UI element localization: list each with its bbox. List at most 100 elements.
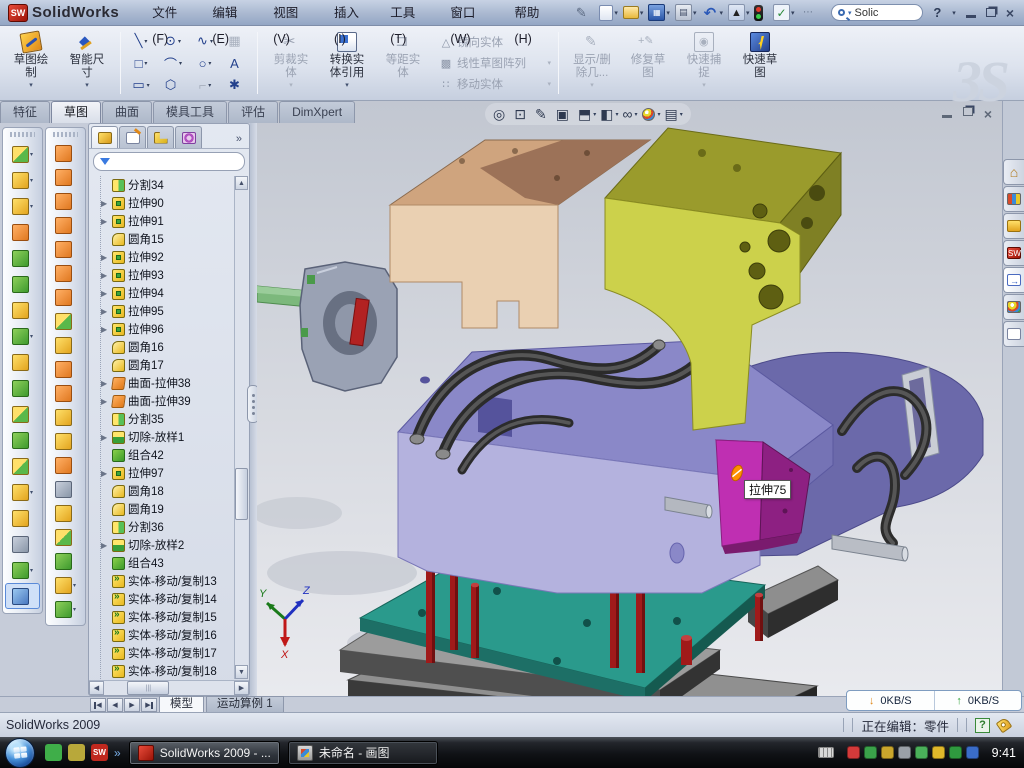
view-orientation-icon[interactable]: ⬒ ▾ [578,106,596,123]
repair-sketch-button[interactable]: 修复草 图 ▾ [620,29,676,97]
configuration-manager-tab[interactable] [147,126,174,148]
cylinder-icon[interactable]: ▾ [46,549,85,573]
dropdown-arrow-icon[interactable]: ▾ [693,9,697,17]
dropdown-arrow-icon[interactable]: ▾ [657,111,660,118]
dropdown-arrow-icon[interactable]: ▾ [85,81,89,89]
boundary-surface-icon[interactable]: ▾ [46,165,85,189]
bodies-icon[interactable]: ▾ [3,375,42,401]
property-manager-tab[interactable] [119,126,146,148]
design-library-tab[interactable] [1003,186,1024,212]
pin-icon[interactable]: ✎ ▾ [571,2,597,24]
quick-launch-chevron[interactable]: » [114,746,121,760]
rotated-plane-icon[interactable]: ▾ [46,261,85,285]
dropdown-arrow-icon[interactable]: ▾ [178,38,181,45]
dropdown-arrow-icon[interactable]: ▾ [30,203,33,210]
sketch-fillet-tool[interactable]: ⌐ ▾ [189,74,221,96]
tree-horizontal-scrollbar[interactable]: ◀ ▶ [89,680,249,695]
dropdown-arrow-icon[interactable]: ▾ [147,82,150,89]
misc-tool-icon[interactable]: ⋯ ▾ [798,2,824,24]
first-tab-button[interactable]: ◀ [90,698,106,712]
menu-item[interactable]: 窗口(W) [439,0,503,26]
previous-tab-button[interactable]: ◀ [107,698,123,712]
ribbon-tab[interactable]: 特征 [0,101,50,123]
dropdown-arrow-icon[interactable]: ▾ [73,606,76,613]
traffic-light-icon[interactable]: ▾ [752,2,770,24]
convert-entities-button[interactable]: 转换实 体引用 ▾ [319,29,375,97]
expand-arrow-icon[interactable]: ▶ [101,289,109,298]
quick-tips-icon[interactable]: ? [975,718,990,733]
dropdown-arrow-icon[interactable]: ▾ [547,59,551,67]
taskbar-window-button[interactable]: SolidWorks 2009 - ... [129,741,280,765]
boss-cube-icon[interactable]: ▾ [3,245,42,271]
expand-arrow-icon[interactable]: ▶ [101,433,109,442]
combine-bodies-icon[interactable]: ▾ [3,427,42,453]
dropdown-arrow-icon[interactable]: ▾ [702,81,706,89]
design-checker-icon[interactable]: ✓ ▾ [771,2,797,24]
solidworks-resources-tab[interactable]: SW [1003,240,1024,266]
expand-arrow-icon[interactable]: ▶ [101,199,109,208]
swept-surface-icon[interactable]: ▾ [46,141,85,165]
tree-item[interactable]: ▶ 圆角17 [101,356,233,374]
dropdown-arrow-icon[interactable]: ▾ [634,111,637,118]
tree-item[interactable]: ▶ 拉伸90 [101,194,233,212]
panel-overflow-chevron[interactable]: » [236,133,247,148]
zoom-area-icon[interactable]: ⊡ ▾ [514,106,531,123]
ribbon-tab[interactable]: 草图 [51,101,101,123]
search-input[interactable]: Solic [855,7,879,19]
tree-item[interactable]: ▶ 分割35 [101,410,233,428]
dropdown-arrow-icon[interactable]: ▾ [791,9,795,17]
split-body-icon[interactable]: ▾ [3,401,42,427]
tree-item[interactable]: ▶ 圆角15 [101,230,233,248]
tree-item[interactable]: ▶ 实体-移动/复制18 [101,662,233,679]
restore-button[interactable] [986,8,996,17]
rib-icon[interactable]: ▾ [3,349,42,375]
help-button[interactable]: ? [933,5,941,20]
dropdown-arrow-icon[interactable]: ▾ [30,489,33,496]
open-file-icon[interactable]: ▾ [621,2,646,24]
close-button[interactable]: × [1006,6,1014,20]
point-tool[interactable]: ✱ ▾ [221,74,253,96]
hole-wizard-icon[interactable]: ▾ [3,297,42,323]
shield-green-icon[interactable] [864,746,877,759]
fold-icon[interactable]: ▾ [46,501,85,525]
curve-dropdown-icon[interactable]: ▾ [46,597,85,621]
rectangle-tool[interactable]: □ ▾ [125,52,157,74]
shell-icon[interactable]: ▾ [46,429,85,453]
document-tab[interactable]: 运动算例 1 [206,696,284,712]
dropdown-arrow-icon[interactable]: ▾ [30,151,33,158]
tag-icon[interactable] [996,717,1013,734]
slot-tool[interactable]: ▭ ▾ [125,74,157,96]
model-3d-view[interactable] [257,123,1002,696]
arc-tool[interactable]: ⌒ ▾ [157,52,189,74]
planar-surface-icon[interactable]: ▾ [46,285,85,309]
scroll-left-icon[interactable]: ◀ [89,681,104,695]
dropdown-arrow-icon[interactable]: ▾ [208,82,211,89]
dropdown-arrow-icon[interactable]: ▾ [289,81,293,89]
rapid-sketch-button[interactable]: 快速草 图 ▾ [732,29,788,97]
toolbar-grip[interactable] [10,132,35,137]
taskbar-clock[interactable]: 9:41 [992,746,1016,760]
expand-arrow-icon[interactable]: ▶ [101,307,109,316]
magnify-icon[interactable]: ✎ ▾ [535,106,552,123]
tree-item[interactable]: ▶ 曲面-拉伸39 [101,392,233,410]
solidworks-quick-icon[interactable]: SW [91,744,108,761]
file-explorer-tab[interactable] [1003,213,1024,239]
search-dropdown-icon[interactable]: ▾ [848,9,852,17]
dropdown-arrow-icon[interactable]: ▾ [614,9,618,17]
tree-item[interactable]: ▶ 圆角16 [101,338,233,356]
ribbon-tab[interactable]: DimXpert [279,101,355,123]
panel-splitter[interactable] [250,123,257,696]
menu-item[interactable]: 视图(V) [262,0,323,26]
pattern-icon[interactable]: ▾ [3,323,42,349]
zoom-fit-icon[interactable]: ◎ ▾ [493,106,510,123]
taskbar-window-button[interactable]: 未命名 - 画图 [288,741,438,765]
tree-item[interactable]: ▶ 切除-放样2 [101,536,233,554]
dropdown-arrow-icon[interactable]: ▾ [29,81,33,89]
tree-item[interactable]: ▶ 实体-移动/复制16 [101,626,233,644]
messenger-icon[interactable] [45,744,62,761]
ribbon-tab[interactable]: 曲面 [102,101,152,123]
tree-filter-input[interactable] [93,152,245,171]
expand-arrow-icon[interactable]: ▶ [101,253,109,262]
quick-snaps-button[interactable]: 快速捕 捉 ▾ [676,29,732,97]
tree-item[interactable]: ▶ 切除-放样1 [101,428,233,446]
